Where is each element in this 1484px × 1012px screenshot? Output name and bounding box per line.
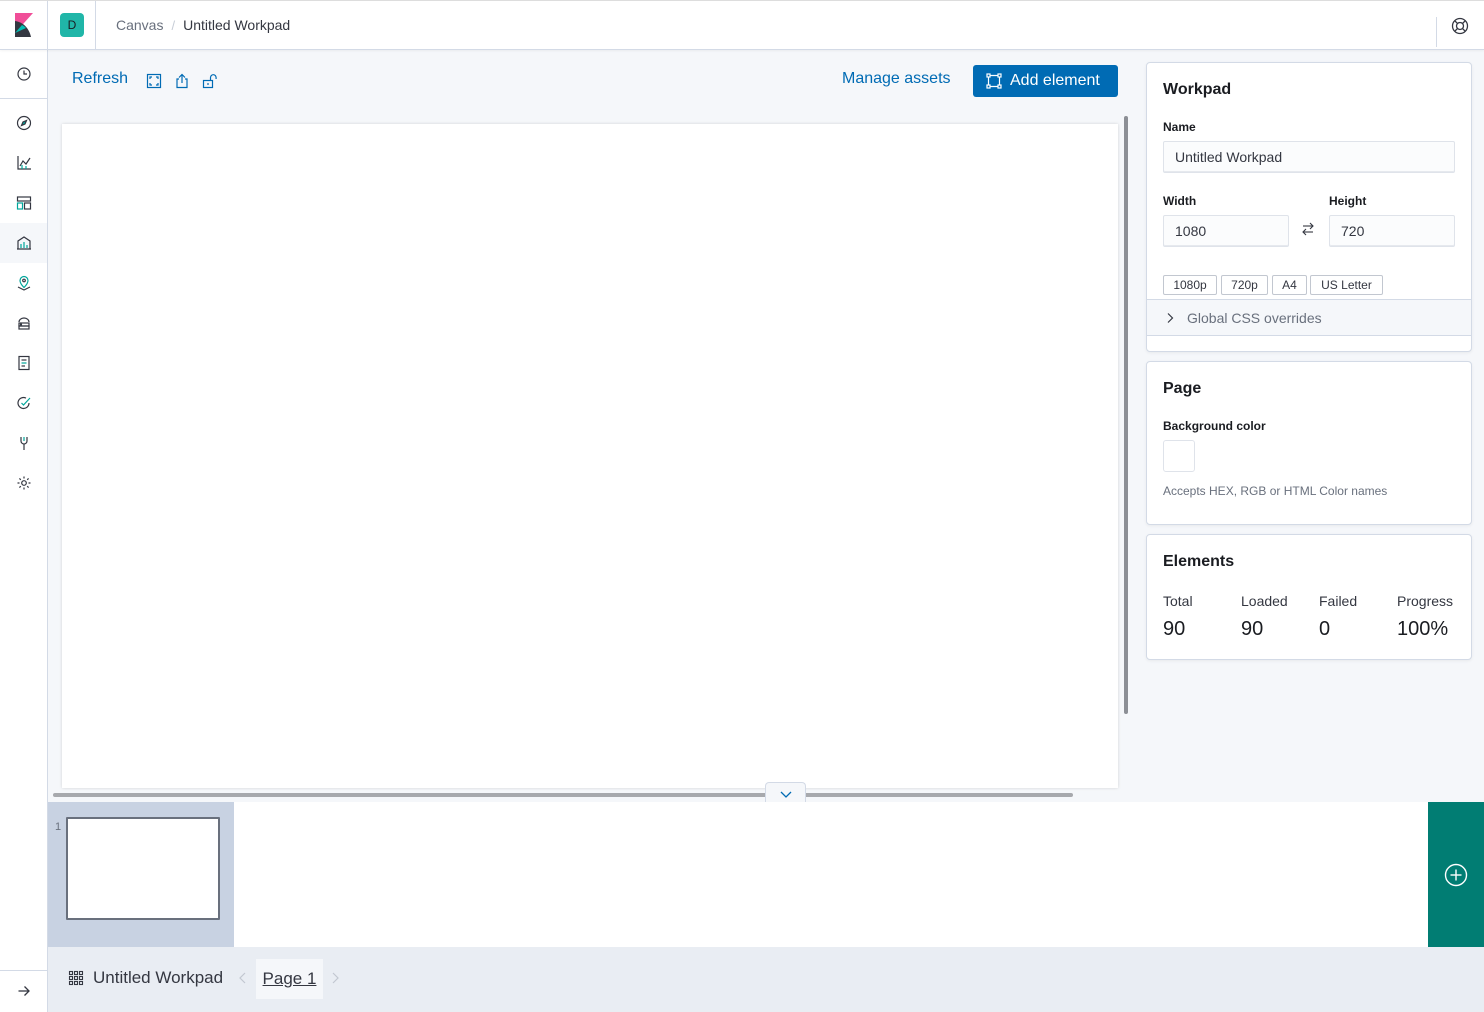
devtools-icon[interactable] — [0, 423, 47, 463]
page-panel: Page Background color Accepts HEX, RGB o… — [1146, 361, 1472, 525]
stat-total: Total 90 — [1163, 593, 1193, 641]
breadcrumb-canvas[interactable]: Canvas — [116, 17, 163, 33]
header-right-divider — [1436, 17, 1437, 47]
add-element-button[interactable]: Add element — [973, 65, 1118, 97]
plus-in-circle-icon — [1444, 863, 1468, 886]
share-icon[interactable] — [173, 72, 191, 90]
width-label: Width — [1163, 194, 1197, 208]
height-label: Height — [1329, 194, 1367, 208]
background-color-help: Accepts HEX, RGB or HTML Color names — [1163, 484, 1388, 498]
space-avatar[interactable]: D — [60, 13, 84, 37]
workpad-area: Refresh Manage assets Add element — [48, 50, 1134, 804]
stat-progress: Progress 100% — [1397, 593, 1453, 641]
workpad-panel: Workpad Name Untitled Workpad Width 1080… — [1146, 62, 1472, 352]
preset-1080p-button[interactable]: 1080p — [1163, 275, 1217, 295]
vertical-scrollbar[interactable] — [1124, 116, 1128, 714]
chevron-down-icon — [780, 791, 791, 798]
stat-loaded: Loaded 90 — [1241, 593, 1288, 641]
page-thumbnail[interactable] — [66, 817, 220, 920]
stat-progress-value: 100% — [1397, 618, 1449, 640]
side-navigation — [0, 50, 48, 1012]
page-manager: 1 — [48, 802, 1484, 947]
height-input[interactable]: 720 — [1329, 215, 1455, 247]
background-color-label: Background color — [1163, 419, 1266, 433]
maps-icon[interactable] — [0, 263, 47, 303]
page-thumbnail-number: 1 — [55, 821, 62, 833]
top-header: D Canvas / Untitled Workpad — [0, 0, 1484, 50]
preset-a4-button[interactable]: A4 — [1272, 275, 1307, 295]
kibana-logo-icon — [14, 13, 33, 37]
canvas-page[interactable] — [62, 124, 1118, 788]
stat-loaded-value: 90 — [1241, 618, 1264, 640]
canvas-icon[interactable] — [0, 223, 47, 263]
add-page-button[interactable] — [1428, 802, 1484, 947]
stat-failed-label: Failed — [1319, 593, 1358, 609]
help-menu-icon[interactable] — [1450, 16, 1470, 36]
stat-total-value: 90 — [1163, 618, 1186, 640]
toggle-page-manager-button[interactable] — [765, 782, 806, 804]
width-input[interactable]: 1080 — [1163, 215, 1289, 247]
global-css-overrides-label: Global CSS overrides — [1187, 309, 1322, 326]
nav-divider — [0, 98, 47, 99]
page-thumbnail-item[interactable]: 1 — [48, 802, 234, 947]
visualize-icon[interactable] — [0, 143, 47, 183]
stat-failed: Failed 0 — [1319, 593, 1357, 641]
page-panel-title: Page — [1163, 380, 1202, 397]
kibana-logo[interactable] — [0, 0, 48, 50]
workpad-panel-title: Workpad — [1163, 81, 1232, 98]
swap-dimensions-icon[interactable] — [1300, 221, 1316, 237]
lock-icon[interactable] — [201, 72, 219, 90]
preset-us-letter-button[interactable]: US Letter — [1310, 275, 1383, 295]
dashboard-icon[interactable] — [0, 183, 47, 223]
previous-page-icon[interactable] — [238, 971, 248, 985]
stat-progress-label: Progress — [1397, 593, 1454, 609]
collapse-nav-icon[interactable] — [0, 971, 47, 1011]
current-page-button[interactable]: Page 1 — [256, 959, 323, 999]
preset-720p-button[interactable]: 720p — [1221, 275, 1268, 295]
name-label: Name — [1163, 120, 1196, 134]
chevron-right-icon — [1165, 312, 1175, 324]
elements-panel: Elements Total 90 Loaded 90 Failed 0 Pro… — [1146, 534, 1472, 660]
breadcrumb: Canvas / Untitled Workpad — [116, 17, 290, 33]
header-divider — [95, 1, 96, 49]
infrastructure-icon[interactable] — [0, 303, 47, 343]
global-css-overrides-toggle[interactable]: Global CSS overrides — [1147, 299, 1471, 336]
workpad-toolbar: Refresh Manage assets Add element — [48, 50, 1134, 114]
refresh-button[interactable]: Refresh — [72, 70, 128, 88]
add-element-icon — [986, 73, 1002, 89]
footer-workpad-label: Untitled Workpad — [93, 968, 224, 987]
uptime-icon[interactable] — [0, 383, 47, 423]
add-element-label: Add element — [1010, 72, 1100, 89]
management-icon[interactable] — [0, 463, 47, 503]
stat-loaded-label: Loaded — [1241, 593, 1288, 609]
breadcrumb-separator: / — [171, 17, 176, 33]
sidebar: Workpad Name Untitled Workpad Width 1080… — [1134, 50, 1484, 802]
workpad-name-input[interactable]: Untitled Workpad — [1163, 141, 1455, 173]
elements-panel-title: Elements — [1163, 553, 1235, 570]
workpad-footer: Untitled Workpad Page 1 — [48, 947, 1484, 1012]
stat-total-label: Total — [1163, 593, 1193, 609]
breadcrumb-current: Untitled Workpad — [183, 17, 291, 33]
logs-icon[interactable] — [0, 343, 47, 383]
background-color-swatch[interactable] — [1163, 440, 1195, 472]
apps-grid-icon — [68, 970, 84, 986]
fullscreen-icon[interactable] — [145, 72, 163, 90]
recently-viewed-icon[interactable] — [0, 54, 47, 94]
manage-assets-button[interactable]: Manage assets — [842, 70, 951, 88]
stat-failed-value: 0 — [1319, 618, 1331, 640]
footer-workpad-name[interactable]: Untitled Workpad — [68, 968, 223, 988]
horizontal-scrollbar[interactable] — [53, 793, 1073, 797]
discover-icon[interactable] — [0, 103, 47, 143]
next-page-icon[interactable] — [330, 971, 340, 985]
